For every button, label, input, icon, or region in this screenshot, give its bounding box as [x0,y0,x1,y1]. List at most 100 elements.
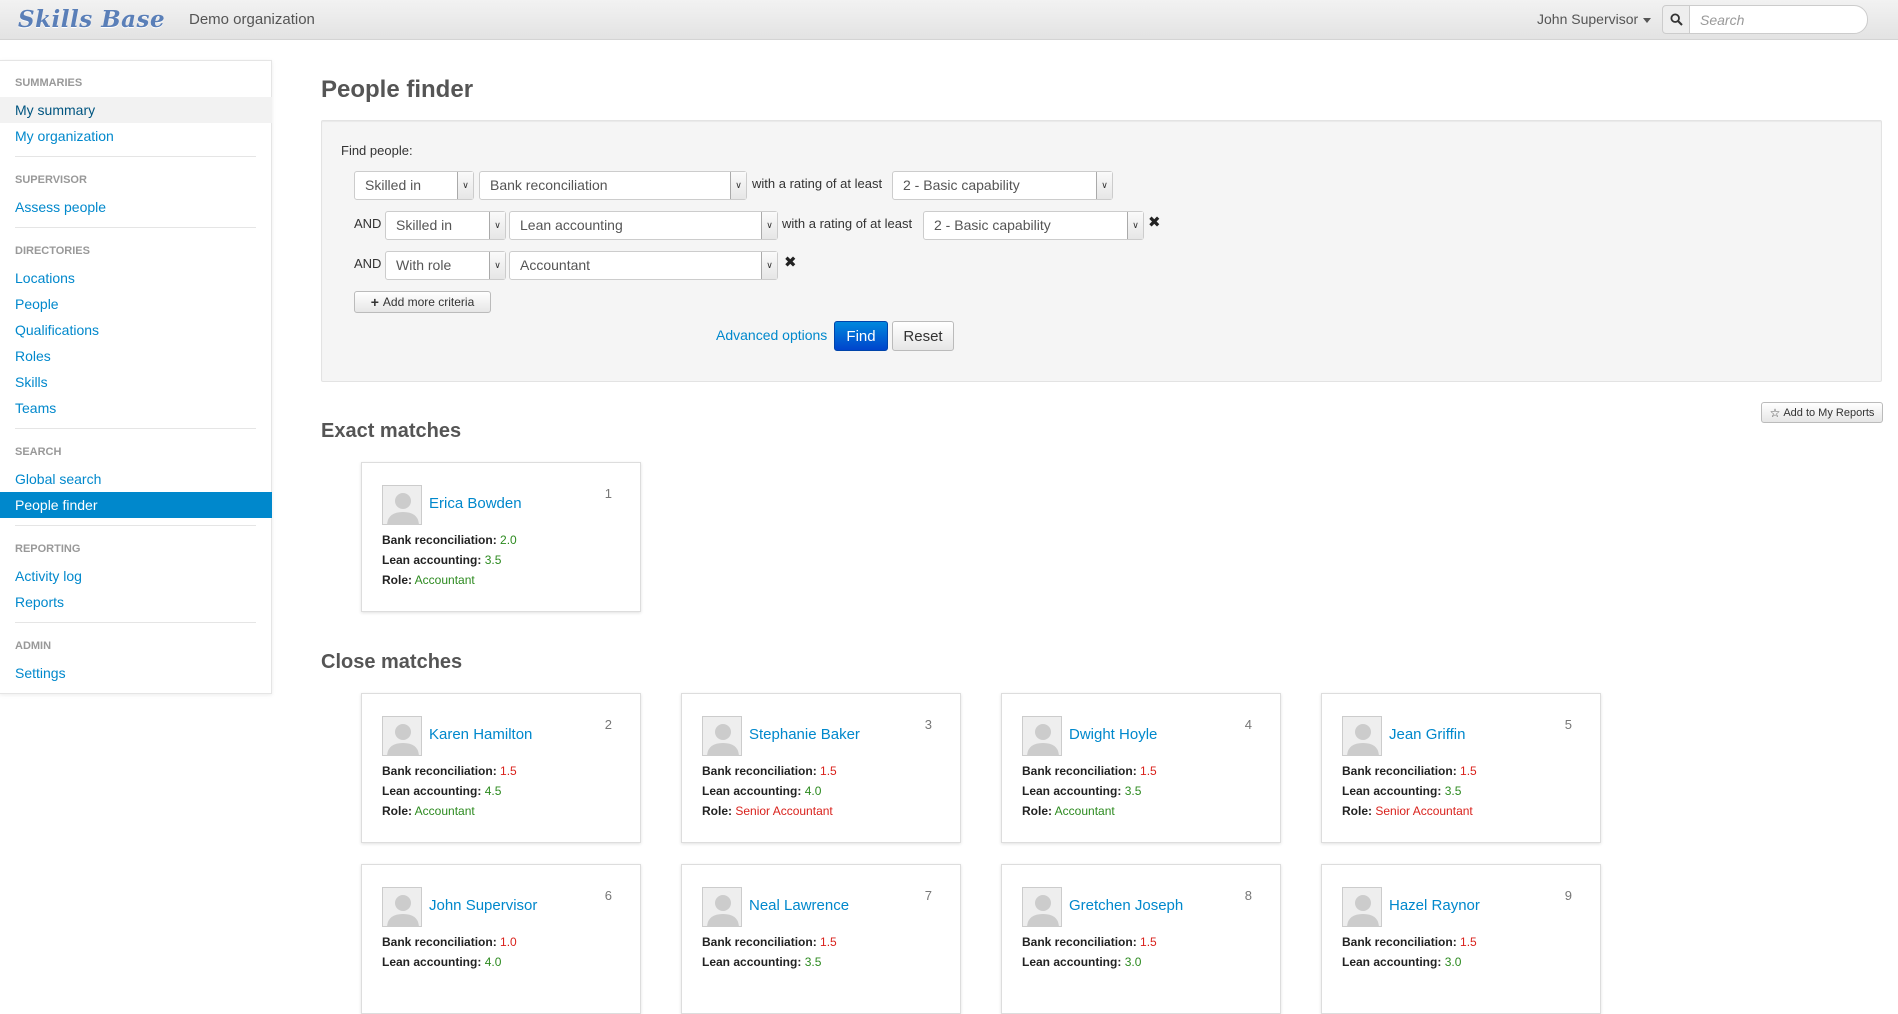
criterion-1-rating-select[interactable]: 2 - Basic capability ∨ [892,171,1113,200]
sidebar-item-my-organization[interactable]: My organization [0,123,272,149]
role-label: Role: [702,804,732,818]
sidebar-item-skills[interactable]: Skills [0,369,272,395]
bank-reconciliation-rating: Bank reconciliation: 1.0 [382,935,517,949]
sidebar-item-qualifications[interactable]: Qualifications [0,317,272,343]
bank-reconciliation-label: Bank reconciliation: [702,764,817,778]
criterion-1-type-value: Skilled in [365,177,422,193]
sidebar: SUMMARIES My summary My organization SUP… [0,60,272,694]
person-name-link[interactable]: John Supervisor [429,897,537,914]
sidebar-item-roles[interactable]: Roles [0,343,272,369]
rating-value: 3.0 [1444,955,1462,969]
criterion-2-rating-select[interactable]: 2 - Basic capability ∨ [923,211,1144,240]
rating-value: 4.0 [484,955,502,969]
chevron-down-icon [1643,17,1652,23]
sidebar-item-reports[interactable]: Reports [0,589,272,615]
bank-reconciliation-rating: Bank reconciliation: 1.5 [1022,935,1157,949]
add-more-criteria-label: Add more criteria [382,295,475,309]
chevron-down-icon: ∨ [761,212,777,239]
person-name-link[interactable]: Hazel Raynor [1389,897,1480,914]
criterion-2-type-select[interactable]: Skilled in ∨ [385,211,506,240]
rating-value: 1.5 [1140,764,1157,778]
avatar [382,887,422,927]
sidebar-item-global-search[interactable]: Global search [0,466,272,492]
nav-header-reporting: REPORTING [15,543,81,555]
lean-accounting-rating: Lean accounting: 4.0 [702,784,821,798]
chevron-down-icon: ∨ [1096,172,1112,199]
person-name-link[interactable]: Dwight Hoyle [1069,726,1157,743]
sidebar-item-activity-log[interactable]: Activity log [0,563,272,589]
lean-accounting-rating: Lean accounting: 4.5 [382,784,501,798]
exact-matches-title: Exact matches [321,420,462,442]
advanced-options-link[interactable]: Advanced options [716,327,827,343]
match-rank: 3 [924,717,932,732]
criterion-3-role-select[interactable]: Accountant ∨ [509,251,778,280]
criterion-3-type-select[interactable]: With role ∨ [385,251,506,280]
role-value: Senior Accountant [735,804,833,818]
nav-divider [15,227,256,228]
avatar [702,716,742,756]
criterion-1-rating-text: with a rating of at least [752,176,883,191]
person-name-link[interactable]: Karen Hamilton [429,726,532,743]
sidebar-item-locations[interactable]: Locations [0,265,272,291]
sidebar-item-my-summary[interactable]: My summary [0,97,272,123]
chevron-down-icon: ∨ [489,212,505,239]
nav-divider [15,156,256,157]
top-navbar: Skills Base Demo organization John Super… [0,0,1898,40]
rating-value: 1.5 [500,764,517,778]
search-input[interactable] [1689,5,1868,34]
nav-header-supervisor: SUPERVISOR [15,174,87,186]
criterion-3-and-label: AND [354,256,382,271]
person-card: Erica Bowden 1 Bank reconciliation: 2.0 … [361,462,641,612]
chevron-down-icon: ∨ [761,252,777,279]
user-menu[interactable]: John Supervisor [1537,11,1652,27]
rating-value: 3.0 [1124,955,1142,969]
person-name-link[interactable]: Gretchen Joseph [1069,897,1183,914]
find-button[interactable]: Find [834,321,888,351]
criterion-1-skill-select[interactable]: Bank reconciliation ∨ [479,171,747,200]
bank-reconciliation-label: Bank reconciliation: [702,935,817,949]
bank-reconciliation-rating: Bank reconciliation: 2.0 [382,533,517,547]
person-card: Hazel Raynor 9 Bank reconciliation: 1.5 … [1321,864,1601,1014]
match-rank: 7 [924,888,932,903]
add-to-my-reports-button[interactable]: ☆ Add to My Reports [1761,402,1883,423]
nav-header-admin: ADMIN [15,640,52,652]
sidebar-item-people-finder[interactable]: People finder [0,492,272,518]
lean-accounting-label: Lean accounting: [1342,784,1442,798]
add-to-my-reports-label: Add to My Reports [1783,406,1875,419]
person-name-link[interactable]: Neal Lawrence [749,897,849,914]
criterion-2-skill-select[interactable]: Lean accounting ∨ [509,211,778,240]
sidebar-item-settings[interactable]: Settings [0,660,272,686]
role-value: Accountant [414,804,475,818]
organization-name: Demo organization [189,11,315,28]
rating-value: 3.5 [1124,784,1142,798]
sidebar-item-assess-people[interactable]: Assess people [0,194,272,220]
rating-value: 1.5 [1460,935,1477,949]
chevron-down-icon: ∨ [489,252,505,279]
person-name-link[interactable]: Erica Bowden [429,495,522,512]
avatar [382,485,422,525]
person-name-link[interactable]: Jean Griffin [1389,726,1465,743]
chevron-down-icon: ∨ [1127,212,1143,239]
bank-reconciliation-rating: Bank reconciliation: 1.5 [702,935,837,949]
reset-button[interactable]: Reset [892,321,954,351]
bank-reconciliation-rating: Bank reconciliation: 1.5 [702,764,837,778]
person-name-link[interactable]: Stephanie Baker [749,726,860,743]
bank-reconciliation-label: Bank reconciliation: [1342,935,1457,949]
criterion-2-type-value: Skilled in [396,217,453,233]
search-icon[interactable] [1662,5,1690,34]
criterion-2-remove-icon[interactable]: ✖ [1148,213,1161,231]
sidebar-item-people[interactable]: People [0,291,272,317]
lean-accounting-rating: Lean accounting: 4.0 [382,955,501,969]
sidebar-item-teams[interactable]: Teams [0,395,272,421]
criterion-1-type-select[interactable]: Skilled in ∨ [354,171,474,200]
lean-accounting-label: Lean accounting: [702,955,802,969]
lean-accounting-label: Lean accounting: [382,955,482,969]
plus-icon: + [370,294,379,310]
rating-value: 4.0 [804,784,822,798]
rating-value: 4.5 [484,784,502,798]
criterion-3-remove-icon[interactable]: ✖ [784,253,797,271]
brand-logo[interactable]: Skills Base [18,6,165,33]
role-label: Role: [1022,804,1052,818]
rating-value: 1.0 [500,935,517,949]
add-more-criteria-button[interactable]: + Add more criteria [354,291,491,313]
